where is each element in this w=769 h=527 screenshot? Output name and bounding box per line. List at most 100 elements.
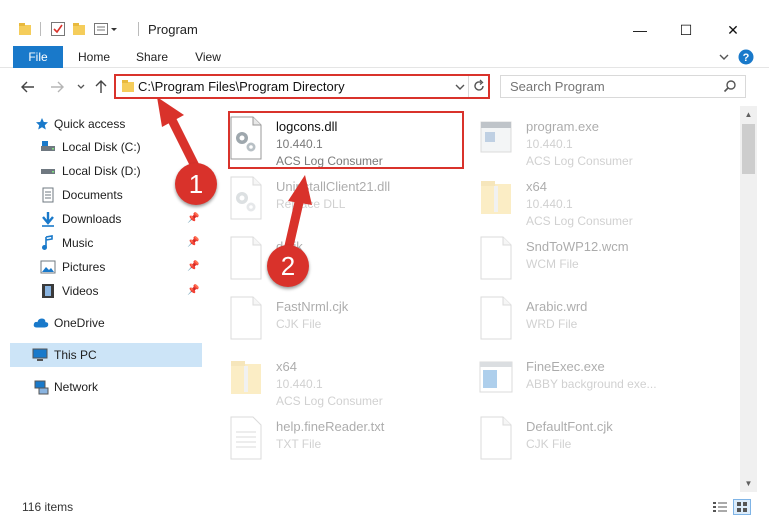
download-arrow-icon bbox=[40, 211, 56, 227]
address-path[interactable]: C:\Program Files\Program Directory bbox=[138, 79, 345, 94]
file-name: UninstallClient21.dll bbox=[276, 179, 391, 194]
dll-gear-icon bbox=[229, 176, 263, 220]
sidebar-item-pictures[interactable]: Pictures 📌 bbox=[0, 255, 202, 279]
sidebar-item-network[interactable]: Network bbox=[0, 375, 202, 399]
computer-icon bbox=[32, 347, 48, 363]
sidebar-item-local-disk-d[interactable]: Local Disk (D:) bbox=[0, 159, 202, 183]
file-name: DefaultFont.cjk bbox=[526, 419, 613, 434]
details-view-icon[interactable] bbox=[711, 499, 729, 515]
file-description: ACS Log Consumer bbox=[276, 394, 383, 408]
cloud-icon bbox=[33, 315, 49, 331]
chevron-down-icon[interactable] bbox=[717, 50, 731, 64]
file-tile[interactable]: SndToWP12.wcm WCM File bbox=[465, 232, 715, 288]
file-name: program.exe bbox=[526, 119, 599, 134]
sidebar-item-label: Local Disk (C:) bbox=[62, 140, 141, 154]
title-sep-icon bbox=[40, 18, 41, 40]
file-detail: TXT File bbox=[276, 437, 322, 451]
tab-view[interactable]: View bbox=[186, 46, 230, 68]
address-dropdown-icon[interactable] bbox=[454, 81, 466, 95]
sidebar-item-this-pc[interactable]: This PC bbox=[10, 343, 202, 367]
pin-icon: 📌 bbox=[187, 261, 200, 272]
sidebar-item-videos[interactable]: Videos 📌 bbox=[0, 279, 202, 303]
drive-icon bbox=[40, 139, 56, 155]
tab-home[interactable]: Home bbox=[70, 46, 118, 68]
file-detail: ABBY background exe... bbox=[526, 377, 657, 391]
step-badge-1: 1 bbox=[175, 163, 217, 205]
folder-icon bbox=[121, 79, 135, 96]
file-detail: 10.440.1 bbox=[526, 137, 573, 151]
scroll-down-icon[interactable]: ▼ bbox=[740, 475, 757, 492]
vertical-scrollbar[interactable]: ▲ ▼ bbox=[740, 106, 757, 492]
item-count: 116 items bbox=[22, 500, 74, 514]
sidebar-item-label: This PC bbox=[54, 348, 97, 362]
file-name: FineExec.exe bbox=[526, 359, 605, 374]
star-icon bbox=[34, 116, 50, 132]
file-name: SndToWP12.wcm bbox=[526, 239, 629, 254]
search-icon[interactable] bbox=[723, 79, 737, 96]
step-badge-2: 2 bbox=[267, 245, 309, 287]
search-box[interactable] bbox=[500, 75, 746, 98]
sidebar-item-local-disk-c[interactable]: Local Disk (C:) bbox=[0, 135, 202, 159]
file-tile[interactable]: FineExec.exe ABBY background exe... bbox=[465, 352, 715, 408]
file-tile[interactable]: DefaultFont.cjk CJK File bbox=[465, 412, 715, 468]
title-bar: Program — ☐ ✕ bbox=[0, 0, 769, 46]
folder-zip-icon bbox=[479, 176, 513, 220]
sidebar-item-label: Local Disk (D:) bbox=[62, 164, 141, 178]
tab-share[interactable]: Share bbox=[128, 46, 176, 68]
network-icon bbox=[33, 379, 49, 395]
up-button[interactable] bbox=[91, 77, 111, 97]
back-button[interactable] bbox=[18, 77, 38, 97]
sidebar-item-quick-access[interactable]: Quick access bbox=[0, 112, 202, 136]
properties-icon[interactable] bbox=[50, 18, 66, 40]
file-tile[interactable]: UninstallClient21.dll Replace DLL bbox=[215, 172, 465, 228]
new-folder-icon[interactable] bbox=[72, 18, 86, 40]
ribbon-tabs: File Home Share View ? bbox=[0, 46, 769, 68]
blank-file-icon bbox=[479, 236, 513, 280]
refresh-icon[interactable] bbox=[472, 79, 486, 96]
help-icon[interactable]: ? bbox=[738, 49, 754, 65]
tab-file[interactable]: File bbox=[13, 46, 63, 68]
blank-file-icon bbox=[229, 296, 263, 340]
file-tile[interactable]: dojjk bbox=[215, 232, 465, 288]
svg-text:?: ? bbox=[743, 52, 750, 64]
film-icon bbox=[40, 283, 56, 299]
sidebar-item-label: Quick access bbox=[54, 117, 126, 131]
scroll-up-icon[interactable]: ▲ bbox=[740, 106, 757, 123]
sidebar-item-label: Documents bbox=[62, 188, 123, 202]
music-note-icon bbox=[40, 235, 56, 251]
file-tile[interactable]: x64 10.440.1 ACS Log Consumer bbox=[215, 352, 465, 408]
sidebar-item-label: OneDrive bbox=[54, 316, 105, 330]
file-tile[interactable]: help.fineReader.txt TXT File bbox=[215, 412, 465, 468]
file-tile[interactable]: FastNrml.cjk CJK File bbox=[215, 292, 465, 348]
navigation-row: C:\Program Files\Program Directory bbox=[0, 68, 769, 106]
pin-icon: 📌 bbox=[187, 237, 200, 248]
close-button[interactable]: ✕ bbox=[710, 15, 756, 45]
search-input[interactable] bbox=[501, 76, 716, 97]
file-description: ACS Log Consumer bbox=[526, 154, 633, 168]
customize-quick-access-icon[interactable] bbox=[94, 18, 122, 40]
forward-button[interactable] bbox=[47, 77, 67, 97]
highlight-box bbox=[228, 111, 464, 169]
file-detail: CJK File bbox=[276, 317, 322, 331]
sidebar-item-downloads[interactable]: Downloads 📌 bbox=[0, 207, 202, 231]
exe-icon bbox=[479, 116, 513, 160]
folder-zip-icon bbox=[229, 356, 263, 400]
sidebar-item-onedrive[interactable]: OneDrive bbox=[0, 311, 202, 335]
large-icons-view-icon[interactable] bbox=[733, 499, 751, 515]
file-tile[interactable]: program.exe 10.440.1 ACS Log Consumer bbox=[465, 112, 715, 168]
sidebar-item-documents[interactable]: Documents 📌 bbox=[0, 183, 202, 207]
scroll-thumb[interactable] bbox=[742, 124, 755, 174]
maximize-button[interactable]: ☐ bbox=[663, 15, 709, 45]
minimize-button[interactable]: — bbox=[617, 15, 663, 45]
file-name: Arabic.wrd bbox=[526, 299, 588, 314]
address-bar[interactable]: C:\Program Files\Program Directory bbox=[114, 74, 490, 99]
drive-icon bbox=[40, 163, 56, 179]
blank-file-icon bbox=[479, 296, 513, 340]
recent-locations-button[interactable] bbox=[71, 77, 91, 97]
file-tile[interactable]: x64 10.440.1 ACS Log Consumer bbox=[465, 172, 715, 228]
sidebar-item-music[interactable]: Music 📌 bbox=[0, 231, 202, 255]
file-tile[interactable]: Arabic.wrd WRD File bbox=[465, 292, 715, 348]
blank-file-icon bbox=[479, 416, 513, 460]
file-description: ACS Log Consumer bbox=[526, 214, 633, 228]
address-divider bbox=[468, 76, 469, 97]
